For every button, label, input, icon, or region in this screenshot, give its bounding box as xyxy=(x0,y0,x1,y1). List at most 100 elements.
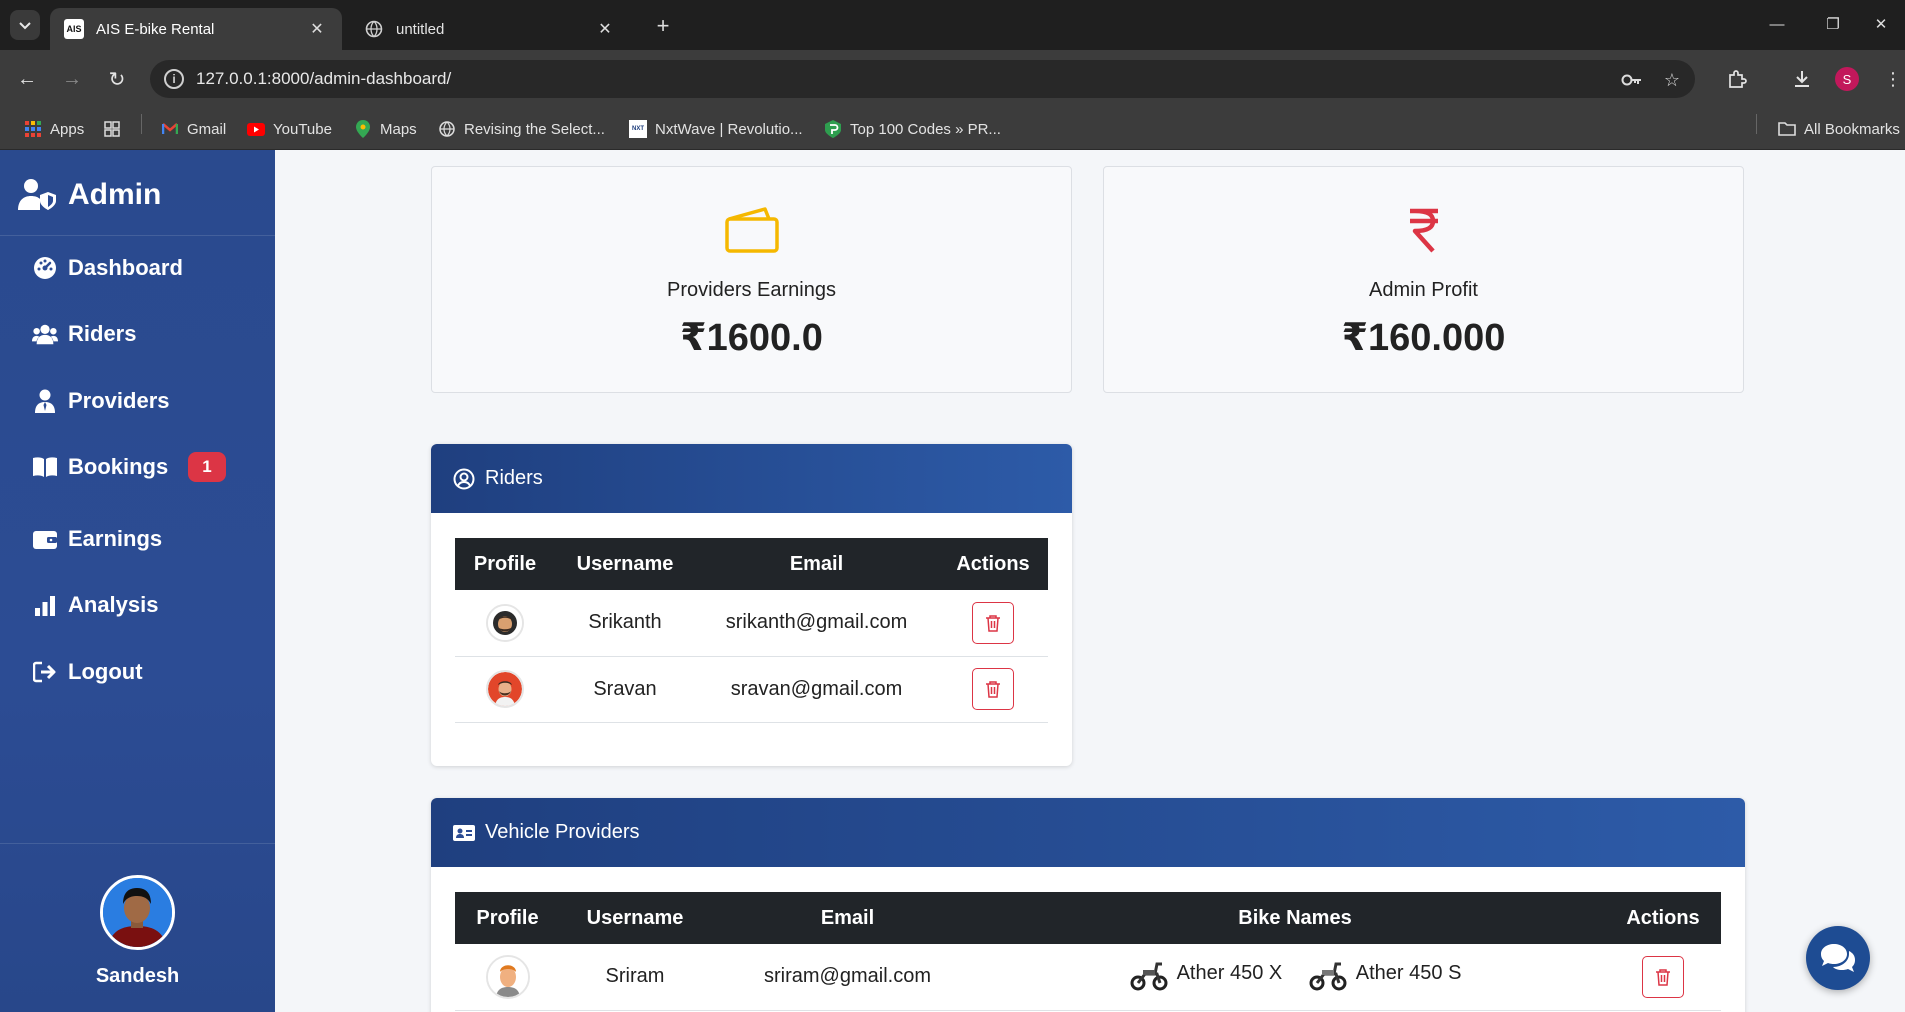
maps-icon xyxy=(354,120,372,138)
panel-header: Vehicle Providers xyxy=(431,798,1745,867)
restore-icon[interactable]: ❐ xyxy=(1810,8,1856,40)
provider-avatar xyxy=(485,954,530,999)
sidebar-item-riders[interactable]: Riders xyxy=(32,317,136,351)
profile-avatar[interactable]: S xyxy=(1835,67,1859,91)
tab-search-button[interactable] xyxy=(10,10,40,40)
bike-name: Ather 450 S xyxy=(1355,962,1462,985)
apps-grid-icon xyxy=(24,120,42,138)
new-tab-icon[interactable]: + xyxy=(648,12,678,40)
column-header: Profile xyxy=(476,906,539,929)
users-icon xyxy=(32,321,58,347)
email-cell: sriram@gmail.com xyxy=(710,944,985,1011)
sidebar-item-label: Providers xyxy=(68,388,170,413)
bookmark-apps[interactable]: Apps xyxy=(24,118,84,140)
user-tie-icon xyxy=(32,388,58,414)
column-header: Actions xyxy=(1626,906,1700,929)
bookmark-maps[interactable]: Maps xyxy=(354,118,417,140)
minimize-icon[interactable]: — xyxy=(1754,8,1800,40)
table-header-row: Profile Username Email Bike Names Action… xyxy=(455,892,1721,944)
bookmark-revising[interactable]: Revising the Select... xyxy=(438,118,605,140)
actions-cell xyxy=(938,590,1048,657)
ais-favicon-icon: AIS xyxy=(64,19,84,39)
email-cell: sravan@gmail.com xyxy=(695,656,938,723)
bike-item: Ather 450 S xyxy=(1307,955,1462,992)
sidebar-item-label: Logout xyxy=(68,659,143,684)
stat-value: ₹160.000 xyxy=(1341,317,1506,359)
bookmark-star-icon[interactable]: ☆ xyxy=(1660,68,1684,92)
window-close-icon[interactable]: ✕ xyxy=(1858,8,1904,40)
bookings-count-badge: 1 xyxy=(188,452,226,482)
sidebar-item-providers[interactable]: Providers xyxy=(32,384,170,418)
bookmark-gmail[interactable]: Gmail xyxy=(161,118,226,140)
browser-tabstrip: AIS AIS E-bike Rental ✕ untitled ✕ + — ❐… xyxy=(0,0,1905,50)
bookmark-grid[interactable] xyxy=(103,118,129,140)
delete-rider-button[interactable] xyxy=(972,668,1014,710)
tab-untitled[interactable]: untitled ✕ xyxy=(350,8,630,50)
globe-icon xyxy=(364,19,384,39)
bike-item: Ather 450 X xyxy=(1128,955,1283,992)
bookmarks-bar: Apps Gmail YouTube Maps Revising the Sel… xyxy=(0,108,1905,150)
extensions-puzzle-icon[interactable] xyxy=(1722,64,1752,94)
username-cell: Sriram xyxy=(560,944,710,1011)
actions-cell xyxy=(938,656,1048,723)
folder-icon xyxy=(1778,120,1796,138)
trash-icon xyxy=(986,615,1000,632)
tab-title: untitled xyxy=(396,20,445,38)
back-arrow-icon[interactable]: ← xyxy=(12,64,42,94)
more-menu-icon[interactable]: ⋮ xyxy=(1878,64,1905,94)
table-row: Sravan sravan@gmail.com xyxy=(455,656,1048,723)
rider-avatar xyxy=(486,670,524,708)
forward-arrow-icon[interactable]: → xyxy=(57,64,87,94)
tab-ais-ebike[interactable]: AIS AIS E-bike Rental ✕ xyxy=(50,8,342,50)
divider xyxy=(0,843,275,844)
providers-earnings-card: Providers Earnings ₹1600.0 xyxy=(431,166,1072,393)
table-header-row: Profile Username Email Actions xyxy=(455,538,1048,590)
column-header: Actions xyxy=(956,552,1030,575)
sidebar-item-analysis[interactable]: Analysis xyxy=(32,588,159,622)
providers-table: Profile Username Email Bike Names Action… xyxy=(455,892,1721,1011)
sidebar-item-label: Dashboard xyxy=(68,255,183,280)
shield-icon xyxy=(824,120,842,138)
sidebar-item-label: Bookings xyxy=(68,454,169,479)
close-icon[interactable]: ✕ xyxy=(594,18,616,40)
email-cell: srikanth@gmail.com xyxy=(695,590,938,657)
delete-provider-button[interactable] xyxy=(1642,955,1684,998)
riders-table: Profile Username Email Actions Srikanth … xyxy=(455,538,1048,723)
column-header: Email xyxy=(789,552,844,575)
panel-header: Riders xyxy=(431,444,1072,513)
bookmark-divider xyxy=(141,114,142,134)
bike-names-cell: Ather 450 X Ather 450 S xyxy=(985,944,1605,1011)
password-key-icon[interactable] xyxy=(1620,68,1644,92)
youtube-icon xyxy=(247,120,265,138)
close-icon[interactable]: ✕ xyxy=(306,18,328,40)
table-row: Sriram sriram@gmail.com Ather 450 X Athe… xyxy=(455,944,1721,1011)
profile-cell xyxy=(455,590,555,657)
sidebar-item-dashboard[interactable]: Dashboard xyxy=(32,251,183,285)
divider xyxy=(0,235,275,236)
bar-chart-icon xyxy=(32,592,58,618)
all-bookmarks[interactable]: All Bookmarks xyxy=(1778,118,1900,140)
address-bar[interactable]: i 127.0.0.1:8000/admin-dashboard/ ☆ xyxy=(150,60,1695,98)
actions-cell xyxy=(1605,944,1721,1011)
download-icon[interactable] xyxy=(1787,64,1817,94)
sidebar-item-earnings[interactable]: Earnings xyxy=(32,522,162,556)
column-header: Profile xyxy=(473,552,537,575)
book-icon xyxy=(32,454,58,480)
admin-profit-card: Admin Profit ₹160.000 xyxy=(1103,166,1744,393)
bookmark-youtube[interactable]: YouTube xyxy=(247,118,332,140)
reload-icon[interactable]: ↻ xyxy=(102,64,132,94)
bike-name: Ather 450 X xyxy=(1176,962,1283,985)
avatar[interactable] xyxy=(100,875,175,950)
site-info-icon[interactable]: i xyxy=(164,69,184,89)
sidebar-item-bookings[interactable]: Bookings 1 xyxy=(32,450,226,484)
logout-icon xyxy=(32,659,58,685)
brand-title: Admin xyxy=(68,178,162,211)
sidebar-item-logout[interactable]: Logout xyxy=(32,655,143,689)
sidebar-item-label: Earnings xyxy=(68,526,163,551)
bookmark-nxtwave[interactable]: NXT NxtWave | Revolutio... xyxy=(629,118,803,140)
tab-title: AIS E-bike Rental xyxy=(96,20,215,38)
delete-rider-button[interactable] xyxy=(972,601,1014,644)
bookmark-top100[interactable]: Top 100 Codes » PR... xyxy=(824,118,1001,140)
chat-button[interactable] xyxy=(1806,926,1870,990)
gmail-icon xyxy=(161,120,179,138)
